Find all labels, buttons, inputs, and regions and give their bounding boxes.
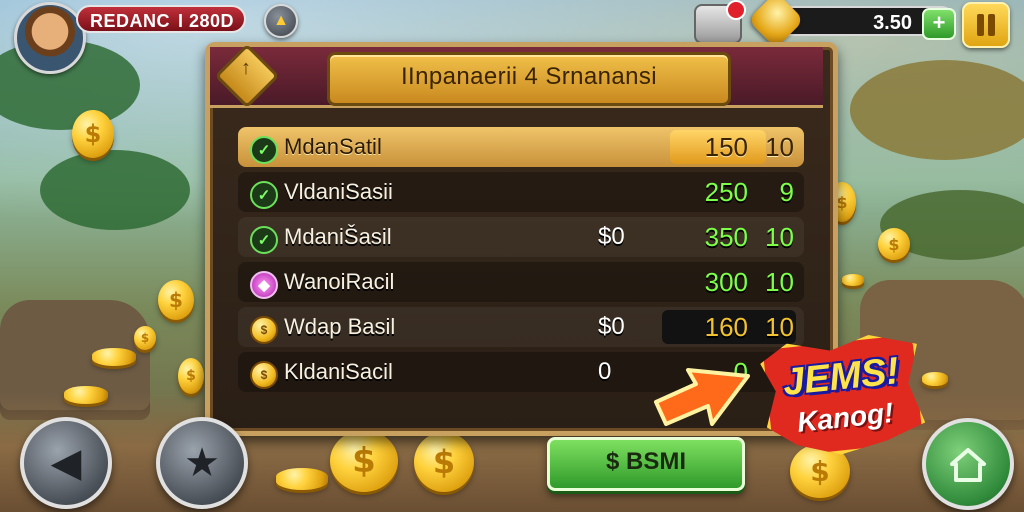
item-value: 150 xyxy=(704,132,748,162)
list-item[interactable]: ◆ WanoiRacil 300 10 xyxy=(238,262,804,302)
buy-button[interactable]: $ BSMI xyxy=(547,437,745,491)
player-score: I 280D xyxy=(178,11,235,31)
item-name: MdaniŠasil xyxy=(284,224,392,249)
item-name: Wdap Basil xyxy=(284,314,396,339)
upgrade-button[interactable]: ▲ xyxy=(264,4,298,38)
coin-icon: $ xyxy=(250,361,278,389)
panel-header: ↑ IInpanaerii 4 Srnanansi xyxy=(210,43,823,109)
item-value: 350 xyxy=(704,222,748,252)
coin-icon: $ xyxy=(158,280,194,320)
currency-amount: 3.50 xyxy=(873,12,912,34)
coin-icon: $ xyxy=(72,110,114,158)
panel-title: IInpanaerii 4 Srnanansi xyxy=(327,52,731,106)
favorites-button[interactable]: ★ xyxy=(156,417,248,509)
gem-icon: ◆ xyxy=(250,271,278,299)
check-icon: ✓ xyxy=(250,181,278,209)
item-name: KldaniSacil xyxy=(284,359,393,384)
player-avatar[interactable] xyxy=(14,2,86,74)
item-price: 0 xyxy=(598,358,612,385)
item-value: 250 xyxy=(704,177,748,207)
coin-icon: $ xyxy=(414,432,474,492)
item-name: VldaniSasii xyxy=(284,179,393,204)
back-button[interactable]: ◀ xyxy=(20,417,112,509)
coin-icon xyxy=(922,372,948,386)
coin-icon: $ xyxy=(134,326,156,350)
arrow-up-icon: ↑ xyxy=(240,57,251,80)
item-price: $0 xyxy=(598,313,625,340)
home-icon xyxy=(950,448,986,482)
list-item[interactable]: ✓ MdaniŠasil $0 350 10 xyxy=(238,217,804,257)
item-name: MdanSatil xyxy=(284,134,382,159)
arrow-left-icon: ◀ xyxy=(50,441,82,485)
list-item[interactable]: ✓ MdanSatil 150 10 xyxy=(238,127,804,167)
gift-chest-button[interactable] xyxy=(694,0,746,44)
item-level: 10 xyxy=(765,312,794,342)
trophy-icon: ▲ xyxy=(273,12,289,29)
player-info: REDANC I 280D xyxy=(76,5,246,33)
promo-badge[interactable]: JEMS! Kanog! xyxy=(758,330,927,462)
star-icon: ★ xyxy=(184,441,220,485)
coin-icon xyxy=(92,348,136,366)
add-currency-button[interactable]: + xyxy=(922,8,956,40)
coin-icon xyxy=(276,468,328,490)
item-price: $0 xyxy=(598,223,625,250)
player-name: REDANC xyxy=(90,11,171,31)
pause-button[interactable] xyxy=(962,2,1010,48)
level-badge[interactable]: ↑ xyxy=(214,43,280,109)
coin-icon xyxy=(64,386,108,404)
pause-icon xyxy=(977,14,984,36)
check-icon: ✓ xyxy=(250,226,278,254)
item-level: 9 xyxy=(779,177,794,207)
coin-icon: $ xyxy=(178,358,204,394)
item-level: 10 xyxy=(765,267,794,297)
item-level: 10 xyxy=(765,222,794,252)
home-button[interactable] xyxy=(922,418,1014,510)
item-level: 10 xyxy=(765,132,794,162)
pause-icon xyxy=(988,14,995,36)
item-value: 300 xyxy=(704,267,748,297)
palm-foliage xyxy=(40,150,190,230)
coin-icon: $ xyxy=(250,316,278,344)
coin-icon: $ xyxy=(330,430,398,492)
coin-icon: $ xyxy=(878,228,910,260)
coin-icon xyxy=(842,274,864,286)
check-icon: ✓ xyxy=(250,136,278,164)
notification-heart-icon xyxy=(726,0,746,20)
list-item[interactable]: ✓ VldaniSasii 250 9 xyxy=(238,172,804,212)
item-name: WanoiRacil xyxy=(284,269,395,294)
